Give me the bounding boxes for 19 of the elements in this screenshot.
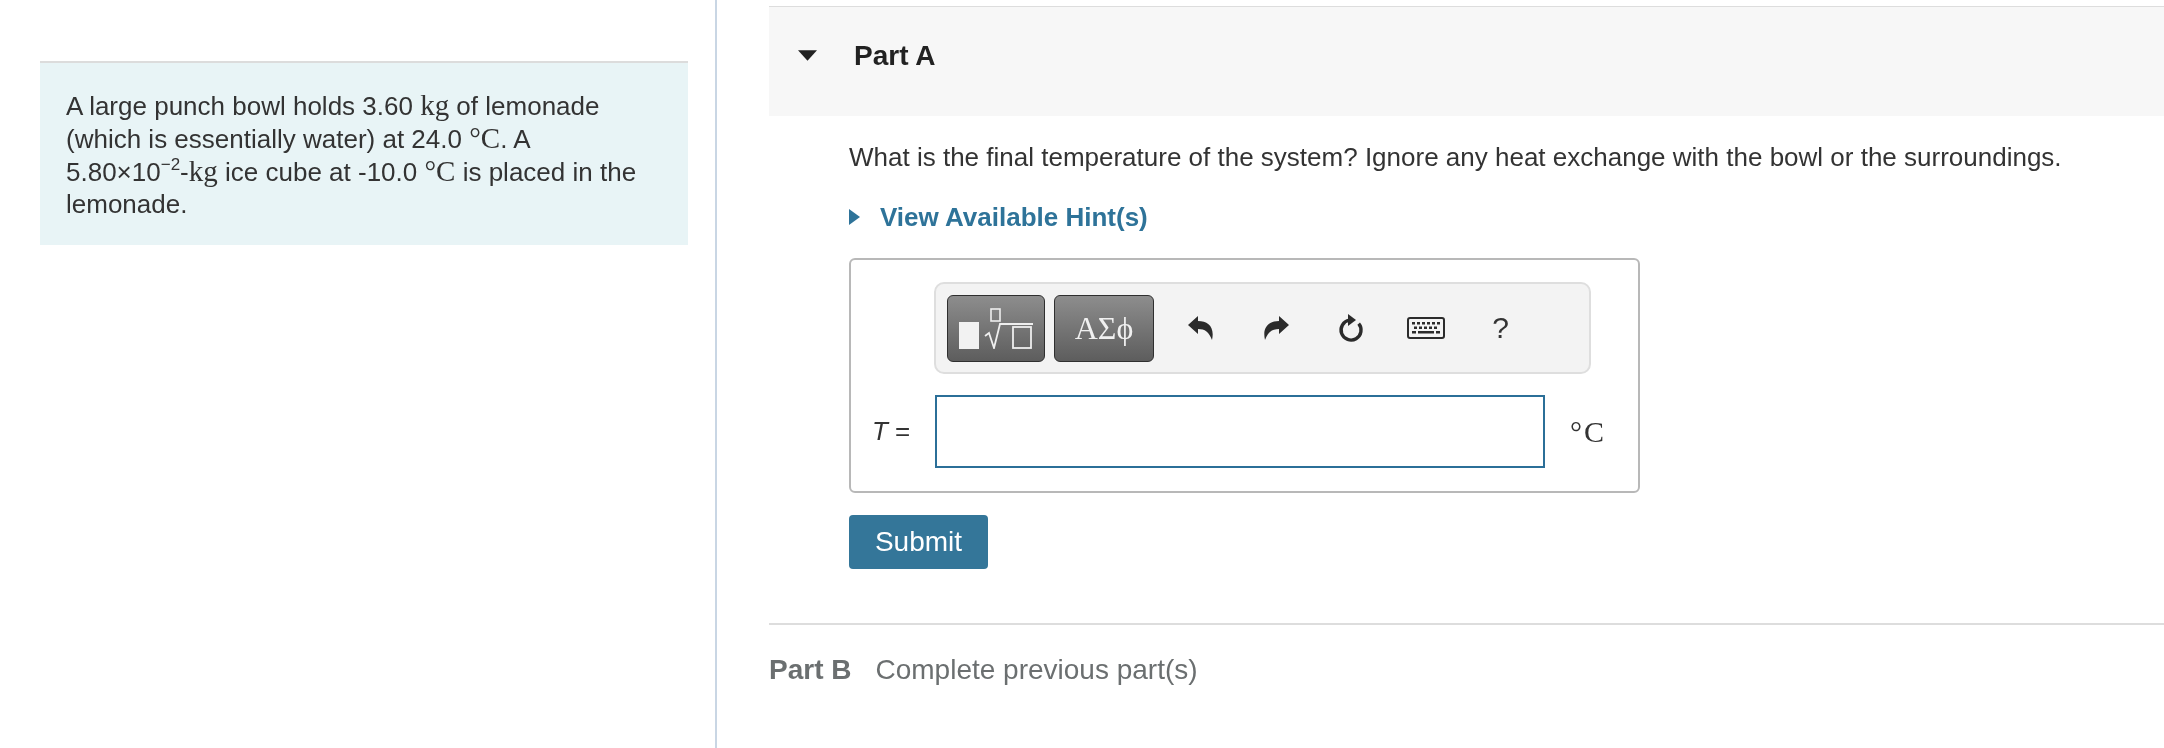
- question-text: What is the final temperature of the system? Ignore any heat exchange with the bowl or the surroundings.: [849, 142, 2062, 172]
- templates-button[interactable]: [947, 294, 1045, 362]
- variable-label: T =: [872, 416, 912, 447]
- unit-label: °C: [1570, 414, 1606, 449]
- reset-icon[interactable]: [1336, 313, 1365, 343]
- keyboard-icon[interactable]: [1406, 317, 1445, 339]
- part-title: Part B: [769, 654, 852, 686]
- part-status-text: Complete previous part(s): [875, 654, 1198, 686]
- undo-icon[interactable]: [1187, 316, 1214, 340]
- help-button[interactable]: ?: [1492, 311, 1509, 345]
- part-title: Part A: [854, 39, 936, 72]
- submit-button[interactable]: Submit: [849, 515, 988, 569]
- redo-icon[interactable]: [1262, 316, 1289, 340]
- problem-text: A large punch bowl holds 3.60 kg of lemonade (which is essentially water) at 24.0 °C. A 5.80×10$^{−2}$-kg ice cube at -10.0 °C is placed in the lemonade.: [66, 89, 638, 220]
- symbols-button[interactable]: ΑΣϕ: [1054, 294, 1154, 362]
- caret-icon[interactable]: [798, 50, 817, 61]
- hint-link[interactable]: View Available Hint(s): [849, 202, 1148, 232]
- answer-input[interactable]: [935, 395, 1545, 468]
- fraction-root-icon: [959, 307, 1033, 349]
